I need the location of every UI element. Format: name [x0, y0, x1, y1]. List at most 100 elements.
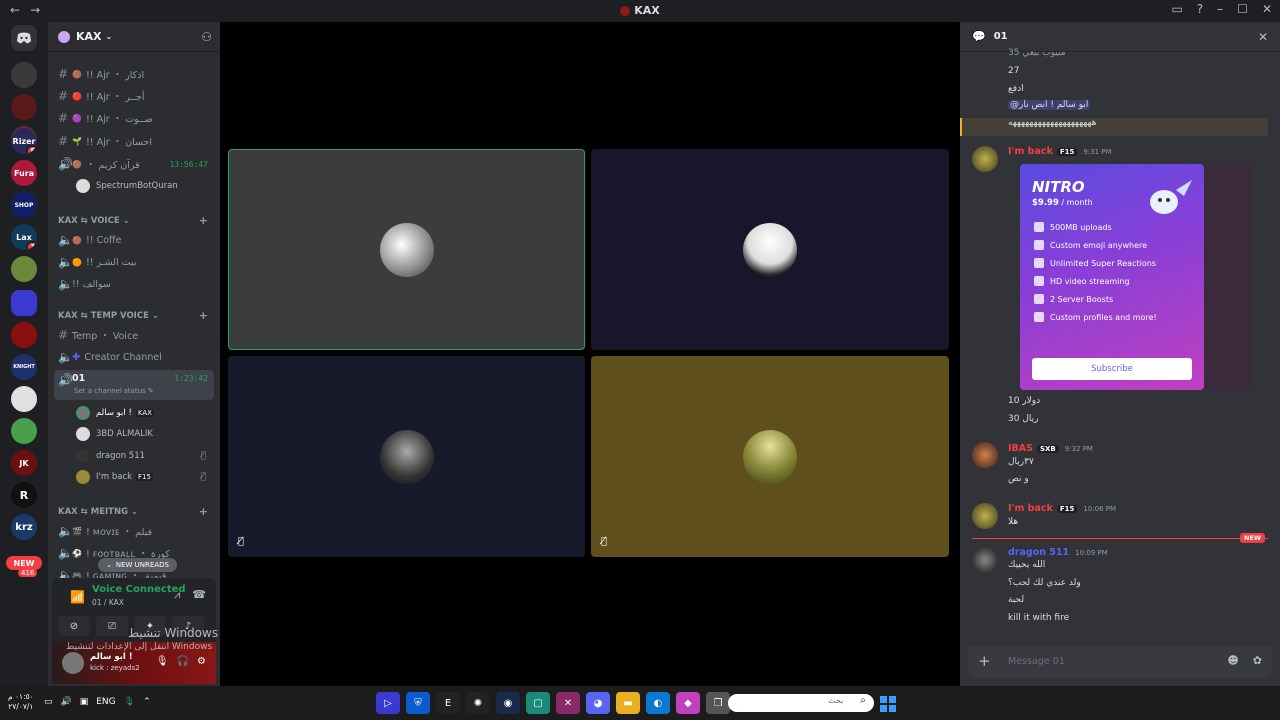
avatar[interactable]	[972, 146, 998, 172]
server-icon-fura[interactable]: Fura	[11, 160, 37, 186]
server-header[interactable]: KAX ⌄ ⚇	[48, 22, 220, 52]
volume-icon[interactable]: 🔊	[61, 697, 72, 707]
avatar[interactable]	[972, 442, 998, 468]
disconnect-icon[interactable]: ☎	[192, 588, 206, 602]
emoji-picker-icon[interactable]: ☻	[1227, 654, 1238, 667]
participant-tile[interactable]	[228, 149, 585, 350]
server-icon-krz[interactable]: krz	[11, 514, 37, 540]
gift-icon[interactable]: ✿	[1253, 654, 1262, 667]
add-channel-icon[interactable]: +	[199, 309, 208, 322]
participant-tile[interactable]: 🎙̸	[591, 356, 949, 557]
maximize-button[interactable]: ☐	[1237, 2, 1248, 16]
mention-text[interactable]: @ابو سالم ! انص نار	[1008, 100, 1091, 110]
participant-tile[interactable]: 🎙̸	[228, 356, 585, 557]
voice-channel-path[interactable]: 01 / KAX	[92, 598, 124, 607]
gear-icon[interactable]: ⚙	[197, 656, 206, 667]
channel-status[interactable]: Set a channel status ✎	[74, 387, 154, 395]
server-icon-jk[interactable]: JK	[11, 450, 37, 476]
message-composer[interactable]: + Message 01 ☻ ✿	[968, 646, 1272, 678]
task-view-icon[interactable]: ❐	[706, 692, 730, 714]
app-icon[interactable]: ▷	[376, 692, 400, 714]
clock[interactable]: ٠١:٥٠ م ٢٧/٠٧/١	[8, 692, 34, 712]
add-channel-icon[interactable]: +	[199, 505, 208, 518]
voice-member[interactable]: 3BD ALMALIK	[76, 424, 212, 444]
noise-suppression-icon[interactable]: ⩘	[174, 588, 180, 602]
avatar[interactable]	[972, 503, 998, 529]
text-channel[interactable]: # 🌱!! Ajr ・ احسان	[54, 131, 214, 151]
folder-icon[interactable]	[11, 290, 37, 316]
server-icon-rizer[interactable]: Rizer 5	[11, 128, 37, 154]
server-icon-shop[interactable]: SHOP	[11, 192, 37, 218]
server-icon[interactable]	[11, 386, 37, 412]
minimize-button[interactable]: –	[1217, 2, 1223, 16]
epic-games-icon[interactable]: E	[436, 692, 460, 714]
voice-member[interactable]: I'm back F15 🎙̸	[76, 467, 212, 487]
text-channel[interactable]: # 🟤!! Ajr ・ اذكار	[54, 64, 214, 84]
server-icon[interactable]	[11, 256, 37, 282]
voice-member[interactable]: dragon 511 🎙̸	[76, 446, 212, 466]
username[interactable]: ابو سالم !	[90, 652, 133, 662]
shield-icon[interactable]: ⛨	[406, 692, 430, 714]
server-icon[interactable]	[11, 94, 37, 120]
voice-channel[interactable]: 🔈!! سوالف	[54, 274, 214, 294]
add-attachment-icon[interactable]: +	[978, 652, 991, 670]
server-icon-lax[interactable]: Lax 1	[11, 224, 37, 250]
language-indicator[interactable]: ENG	[96, 697, 115, 707]
add-friend-icon[interactable]: ⚇	[201, 30, 212, 44]
screen-share-button[interactable]: ⎚	[96, 616, 128, 636]
message-input[interactable]: Message 01	[1008, 656, 1065, 667]
help-icon[interactable]: ?	[1197, 2, 1203, 16]
windows-start-icon[interactable]	[880, 696, 896, 712]
category-header[interactable]: KAX ⇆ VOICE ⌄ +	[58, 214, 208, 227]
voice-channel[interactable]: 🔈 🟠!! بيت الشـر	[54, 252, 214, 272]
participant-tile[interactable]	[591, 149, 949, 350]
new-unread-pill[interactable]: NEW	[6, 556, 42, 570]
battery-icon[interactable]: ▭	[44, 697, 53, 707]
voice-channel[interactable]: 🔈 🟤!! Coffe	[54, 230, 214, 250]
server-icon-knight[interactable]: KNIGHT	[11, 354, 37, 380]
close-icon[interactable]: ✕	[1258, 30, 1268, 44]
discord-home-icon[interactable]	[11, 25, 37, 51]
new-unreads-button[interactable]: ⌄ NEW UNREADS	[98, 558, 177, 572]
text-channel[interactable]: # 🔴!! Ajr ・ أجــر	[54, 86, 214, 106]
add-channel-icon[interactable]: +	[199, 214, 208, 227]
voice-channel[interactable]: 🔈 ✚ Creator Channel	[54, 347, 214, 367]
folder-icon[interactable]: ▬	[616, 692, 640, 714]
subscribe-button[interactable]: Subscribe	[1032, 358, 1192, 380]
author-name[interactable]: I'm back	[1008, 146, 1053, 157]
chevron-up-icon[interactable]: ⌃	[143, 697, 151, 707]
voice-member[interactable]: SpectrumBotQuran	[76, 176, 212, 196]
avatar[interactable]	[62, 652, 84, 674]
edge-icon[interactable]: ◐	[646, 692, 670, 714]
server-icon[interactable]	[11, 62, 37, 88]
app-icon[interactable]: ✺	[466, 692, 490, 714]
server-icon[interactable]	[11, 322, 37, 348]
copilot-icon[interactable]: ◆	[676, 692, 700, 714]
voice-member[interactable]: ابو سالم ! KAX	[76, 403, 212, 423]
avatar[interactable]	[972, 547, 998, 573]
taskbar-search[interactable]: بحث ⌕	[728, 694, 874, 712]
voice-connected-label[interactable]: Voice Connected	[92, 584, 186, 595]
microphone-icon[interactable]: 🎙	[124, 697, 135, 707]
voice-channel[interactable]: 🔊 🟤 ・ قرآن كريم 13:56:47	[54, 154, 214, 174]
microphone-icon[interactable]: 🎙	[156, 656, 169, 667]
close-window-button[interactable]: ✕	[1262, 2, 1272, 16]
active-voice-channel[interactable]: 🔊 01 1:23:42 Set a channel status ✎	[54, 370, 214, 400]
display-icon[interactable]: ▣	[80, 697, 89, 707]
author-name[interactable]: IBAS	[1008, 443, 1033, 454]
steam-icon[interactable]: ◉	[496, 692, 520, 714]
category-header[interactable]: KAX ⇆ TEMP VOICE ⌄ +	[58, 309, 208, 322]
author-name[interactable]: dragon 511	[1008, 547, 1069, 558]
text-channel[interactable]: # Temp ・ Voice	[54, 325, 214, 345]
category-header[interactable]: KAX ⇆ MEITNG ⌄ +	[58, 505, 208, 518]
server-icon-r[interactable]: R	[11, 482, 37, 508]
author-name[interactable]: I'm back	[1008, 503, 1053, 514]
server-icon[interactable]	[11, 418, 37, 444]
app-icon[interactable]: ▢	[526, 692, 550, 714]
signal-icon[interactable]: 📶	[70, 590, 85, 604]
camera-off-button[interactable]: ⊘	[58, 616, 90, 636]
voice-channel[interactable]: 🔈 🎬! ᴍᴏᴠɪᴇ ・ فيلم	[54, 521, 214, 541]
discord-taskbar-icon[interactable]: ◕	[586, 692, 610, 714]
app-icon[interactable]: ✕	[556, 692, 580, 714]
text-channel[interactable]: # 🟣!! Ajr ・ صــوت	[54, 108, 214, 128]
